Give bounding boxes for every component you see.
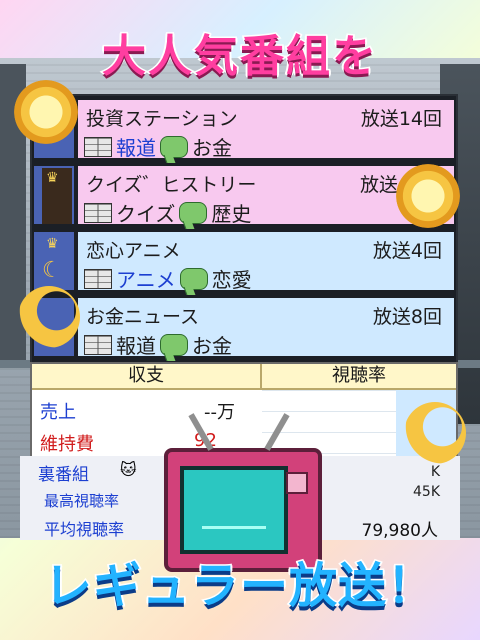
program-name: クイズ゛ヒストリー <box>86 174 257 196</box>
program-list-panel: 投資ステーション 放送14回 報道 お金 ♛ クイズ゛ヒストリー 放送 クイズ … <box>30 94 458 364</box>
speech-bubble-icon <box>160 333 188 356</box>
cat-icon: 🐱 <box>120 460 137 479</box>
tv-knob <box>286 472 308 494</box>
topic-label: お金 <box>192 334 232 358</box>
moon-icon: ☾ <box>42 258 62 283</box>
crown-icon: ♛ <box>46 170 59 186</box>
sales-label: 売上 <box>40 402 76 423</box>
program-row[interactable]: お金ニュース 放送8回 報道 お金 <box>32 296 456 358</box>
sun-icon <box>396 164 460 228</box>
program-row-body: 恋心アニメ 放送4回 アニメ 恋愛 <box>78 232 454 293</box>
genre-line: 報道 お金 <box>84 132 232 161</box>
broadcast-count: 放送4回 <box>372 240 442 262</box>
title-banner: 大人気番組を <box>70 20 410 84</box>
genre-grid-icon <box>84 202 112 223</box>
program-row[interactable]: 投資ステーション 放送14回 報道 お金 <box>32 98 456 160</box>
genre-line: 報道 お金 <box>84 330 232 359</box>
genre-grid-icon <box>84 136 112 157</box>
crown-icon: ♛ <box>46 236 59 252</box>
genre-label: 報道 <box>116 136 156 160</box>
upkeep-label: 維持費 <box>40 434 94 455</box>
program-name: 投資ステーション <box>86 108 238 130</box>
rating-header: 視聴率 <box>262 364 456 390</box>
genre-grid-icon <box>84 268 112 289</box>
genre-label: アニメ <box>116 268 176 292</box>
broadcast-count: 放送8回 <box>372 306 442 328</box>
speech-bubble-icon <box>179 201 208 224</box>
bottom-banner: レギュラー放送！ <box>20 536 460 626</box>
genre-grid-icon <box>84 334 112 355</box>
topic-label: 恋愛 <box>211 268 252 292</box>
genre-label: クイズ <box>116 202 176 226</box>
sales-value: --万 <box>204 402 235 423</box>
program-name: 恋心アニメ <box>86 240 181 262</box>
speech-bubble-icon <box>160 135 188 158</box>
moon-icon <box>18 286 80 348</box>
moon-icon <box>404 402 466 464</box>
income-header: 収支 <box>32 364 262 390</box>
sun-icon <box>14 80 78 144</box>
max-k-value: 45K <box>413 484 440 500</box>
waveform-icon <box>202 498 266 529</box>
backshow-label: 裏番組 <box>38 465 89 485</box>
genre-line: アニメ 恋愛 <box>84 264 252 293</box>
rank-column: ♛ <box>34 166 74 224</box>
rank-column: ♛ ☾ <box>34 232 74 290</box>
broadcast-count: 放送 <box>359 174 398 196</box>
broadcast-count: 放送14回 <box>360 108 442 130</box>
topic-label: 歴史 <box>211 202 252 226</box>
speech-bubble-icon <box>179 267 208 290</box>
program-row-body: お金ニュース 放送8回 報道 お金 <box>78 298 454 359</box>
topic-label: お金 <box>192 136 232 160</box>
genre-label: 報道 <box>116 334 156 358</box>
program-row[interactable]: ♛ ☾ 恋心アニメ 放送4回 アニメ 恋愛 <box>32 230 456 292</box>
program-row-body: 投資ステーション 放送14回 報道 お金 <box>78 100 454 161</box>
program-row[interactable]: ♛ クイズ゛ヒストリー 放送 クイズ 歴史 <box>32 164 456 226</box>
bottom-text: レギュラー放送！ <box>42 557 436 616</box>
small-k-value: K <box>430 464 440 480</box>
genre-line: クイズ 歴史 <box>84 198 251 227</box>
title-text: 大人気番組を <box>101 30 378 84</box>
program-name: お金ニュース <box>86 306 200 328</box>
max-rating-label: 最高視聴率 <box>44 492 120 510</box>
